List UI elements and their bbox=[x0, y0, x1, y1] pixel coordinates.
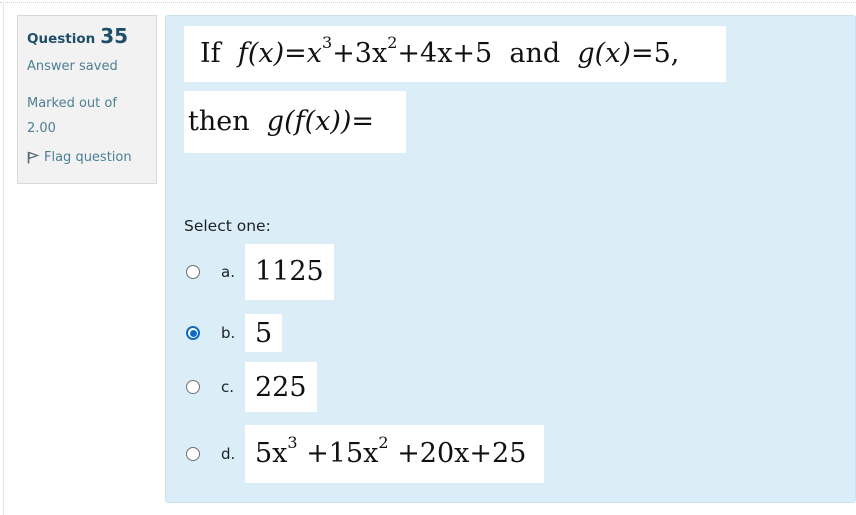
radio-option-b[interactable] bbox=[186, 326, 200, 340]
left-divider bbox=[3, 2, 4, 515]
question-text-line1: If f(x)=x3+3x2+4x+5 and g(x)=5, bbox=[184, 26, 726, 82]
radio-option-a[interactable] bbox=[186, 265, 200, 279]
question-number-value: 35 bbox=[100, 24, 129, 48]
answer-option-c[interactable]: c. 225 bbox=[186, 362, 317, 412]
option-value: 5 bbox=[245, 314, 283, 352]
question-content: If f(x)=x3+3x2+4x+5 and g(x)=5, then g(f… bbox=[165, 15, 856, 503]
option-letter: c. bbox=[221, 378, 235, 396]
top-divider bbox=[0, 2, 856, 3]
option-value: 225 bbox=[245, 362, 317, 412]
question-number: Question 35 bbox=[27, 24, 129, 48]
question-info-panel: Question 35 Answer saved Marked out of 2… bbox=[17, 15, 157, 184]
option-letter: a. bbox=[221, 263, 235, 281]
option-letter: d. bbox=[221, 445, 236, 463]
answer-option-b[interactable]: b. 5 bbox=[186, 314, 283, 352]
question-state: Answer saved bbox=[27, 59, 118, 74]
radio-option-d[interactable] bbox=[186, 447, 200, 461]
answer-option-a[interactable]: a. 1125 bbox=[186, 244, 334, 300]
option-value: 1125 bbox=[245, 244, 334, 300]
flag-question-label: Flag question bbox=[44, 150, 132, 165]
option-value: 5x3 +15x2 +20x+25 bbox=[245, 425, 545, 483]
question-text-line2: then g(f(x))= bbox=[184, 91, 406, 153]
flag-question-button[interactable]: Flag question bbox=[27, 150, 148, 165]
answer-option-d[interactable]: d. 5x3 +15x2 +20x+25 bbox=[186, 425, 545, 483]
select-one-prompt: Select one: bbox=[184, 217, 271, 235]
option-letter: b. bbox=[221, 324, 236, 342]
flag-icon bbox=[27, 151, 39, 164]
radio-option-c[interactable] bbox=[186, 380, 200, 394]
question-grade: Marked out of 2.00 bbox=[27, 96, 117, 136]
